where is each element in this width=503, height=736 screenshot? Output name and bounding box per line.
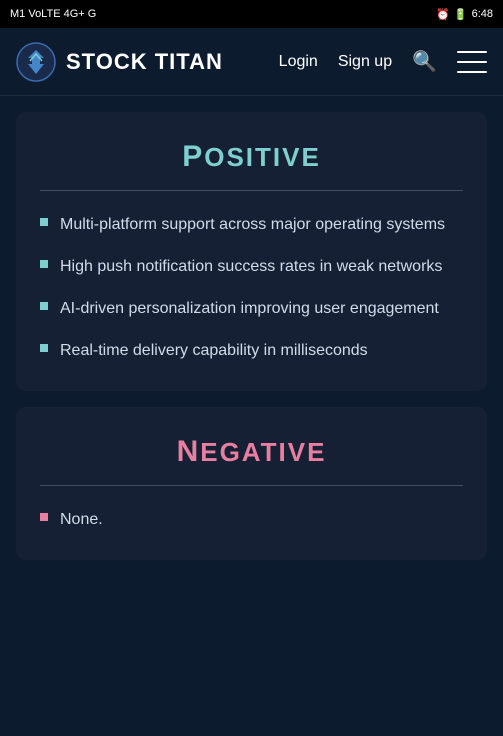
bullet-icon bbox=[40, 260, 48, 268]
list-item: None. bbox=[40, 508, 463, 532]
brand-title: STOCK TITAN bbox=[66, 49, 223, 75]
navbar: STOCK TITAN Login Sign up 🔍 bbox=[0, 28, 503, 96]
list-item-text: Multi-platform support across major oper… bbox=[60, 213, 445, 237]
list-item-text: High push notification success rates in … bbox=[60, 255, 442, 279]
positive-divider bbox=[40, 190, 463, 191]
bullet-icon bbox=[40, 302, 48, 310]
main-content: POSITIVE Multi-platform support across m… bbox=[0, 96, 503, 592]
hamburger-menu-icon[interactable] bbox=[457, 51, 487, 73]
list-item: AI-driven personalization improving user… bbox=[40, 297, 463, 321]
bullet-icon bbox=[40, 513, 48, 521]
login-link[interactable]: Login bbox=[279, 53, 318, 71]
negative-title-first-letter: N bbox=[177, 435, 201, 468]
negative-title-rest: EGATIVE bbox=[200, 437, 326, 467]
status-right: ⏰ 🔋 6:48 bbox=[436, 8, 493, 21]
negative-list: None. bbox=[40, 508, 463, 532]
brand-section: STOCK TITAN bbox=[16, 42, 223, 82]
search-icon[interactable]: 🔍 bbox=[412, 49, 437, 74]
brand-logo bbox=[16, 42, 56, 82]
positive-card-title: POSITIVE bbox=[40, 140, 463, 174]
negative-card: NEGATIVE None. bbox=[16, 407, 487, 560]
carrier-text: M1 VoLTE 4G+ G bbox=[10, 8, 96, 20]
positive-card: POSITIVE Multi-platform support across m… bbox=[16, 112, 487, 391]
list-item: Multi-platform support across major oper… bbox=[40, 213, 463, 237]
list-item-text: Real-time delivery capability in millise… bbox=[60, 339, 368, 363]
positive-title-first-letter: P bbox=[182, 140, 204, 173]
alarm-icon: ⏰ bbox=[436, 8, 450, 21]
list-item-text: AI-driven personalization improving user… bbox=[60, 297, 439, 321]
navbar-links: Login Sign up 🔍 bbox=[279, 49, 487, 74]
status-left: M1 VoLTE 4G+ G bbox=[10, 8, 96, 20]
bullet-icon bbox=[40, 344, 48, 352]
time-display: 6:48 bbox=[472, 8, 493, 20]
list-item: High push notification success rates in … bbox=[40, 255, 463, 279]
bullet-icon bbox=[40, 218, 48, 226]
negative-card-title: NEGATIVE bbox=[40, 435, 463, 469]
list-item: Real-time delivery capability in millise… bbox=[40, 339, 463, 363]
battery-icon: 🔋 bbox=[454, 8, 468, 21]
positive-title-rest: OSITIVE bbox=[204, 142, 321, 172]
status-bar: M1 VoLTE 4G+ G ⏰ 🔋 6:48 bbox=[0, 0, 503, 28]
list-item-text: None. bbox=[60, 508, 103, 532]
signup-link[interactable]: Sign up bbox=[338, 53, 392, 71]
negative-divider bbox=[40, 485, 463, 486]
positive-list: Multi-platform support across major oper… bbox=[40, 213, 463, 363]
